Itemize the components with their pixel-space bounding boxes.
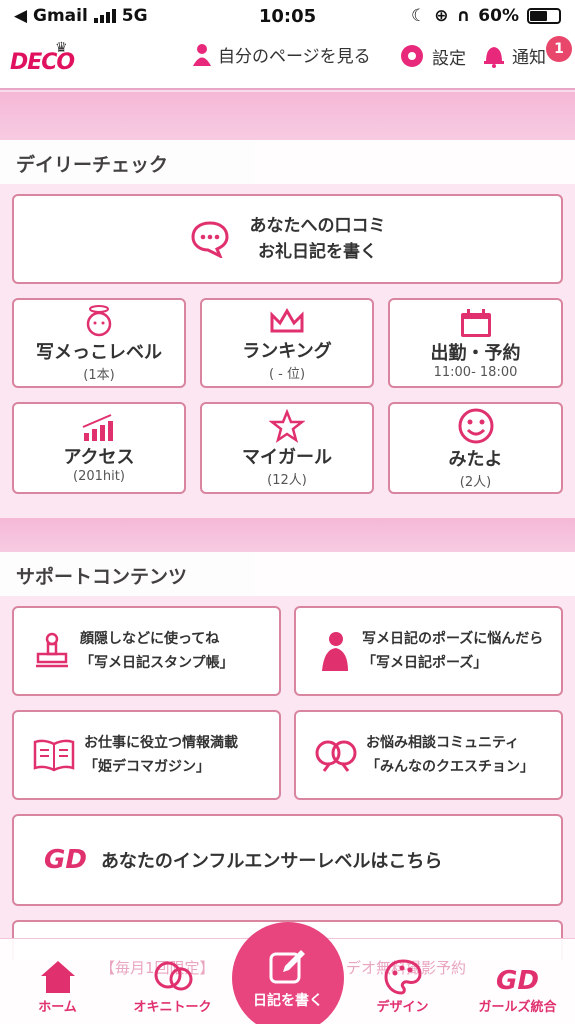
decorative-band-2 [0, 518, 575, 552]
battery-icon [527, 8, 561, 24]
open-book-icon [33, 739, 75, 772]
tile-mitayo-value: (2人) [459, 474, 492, 490]
tab-home[interactable]: ホーム [0, 939, 115, 1024]
tile-level[interactable]: 写メっこレベル (1本) [12, 298, 186, 388]
headphones-icon: ∩ [456, 6, 471, 26]
tile-mygirl-label: マイガール [242, 446, 332, 468]
tile-level-label: 写メっこレベル [36, 341, 162, 363]
star-icon [269, 408, 305, 443]
stamp-line2: 「写メ日記スタンプ帳」 [80, 655, 234, 671]
back-to-gmail[interactable]: ◀ Gmail [14, 6, 88, 26]
settings-label: 設定 [432, 48, 466, 69]
tile-mygirl[interactable]: マイガール (12人) [200, 402, 374, 494]
bell-icon [484, 47, 504, 68]
write-diary-label: 日記を書く [253, 993, 323, 1009]
review-card[interactable]: あなたへの口コミ お礼日記を書く [12, 194, 563, 284]
tile-level-value: (1本) [83, 367, 115, 383]
pose-line2: 「写メ日記ポーズ」 [362, 655, 488, 671]
home-icon [40, 961, 75, 993]
notifications-label: 通知 [512, 47, 546, 68]
tile-schedule[interactable]: 出勤・予約 11:00- 18:00 [388, 298, 563, 388]
orientation-lock-icon: ⊕ [434, 6, 449, 26]
tile-schedule-value: 11:00- 18:00 [433, 364, 518, 380]
battery-percent: 60% [478, 6, 519, 26]
notification-badge: 1 [546, 36, 572, 62]
tile-access[interactable]: アクセス (201hit) [12, 402, 186, 494]
app-header: DECO ♛ 自分のページを見る 設定 通知 [0, 32, 575, 90]
community-icon [315, 740, 357, 772]
pose-line1: 写メ日記のポーズに悩んだら [362, 631, 544, 647]
review-line2: お礼日記を書く [258, 242, 377, 262]
question-line2: 「みんなのクエスチョン」 [366, 759, 534, 775]
signal-icon [93, 9, 116, 23]
magazine-card[interactable]: お仕事に役立つ情報満載 「姫デコマガジン」 [12, 710, 281, 800]
angel-face-icon [86, 304, 112, 336]
review-line1: あなたへの口コミ [249, 216, 386, 236]
tab-okini-talk[interactable]: オキニトーク [115, 939, 230, 1024]
question-card[interactable]: お悩み相談コミュニティ 「みんなのクエスチョン」 [294, 710, 563, 800]
pose-card[interactable]: 写メ日記のポーズに悩んだら 「写メ日記ポーズ」 [294, 606, 563, 696]
palette-icon [383, 959, 422, 995]
crown-icon [270, 307, 304, 332]
question-line1: お悩み相談コミュニティ [366, 735, 520, 751]
clock: 10:05 [258, 5, 317, 27]
gear-icon [401, 45, 423, 67]
daily-check-title: デイリーチェック [0, 140, 575, 184]
logo-crown-icon: ♛ [55, 40, 68, 56]
calendar-icon [460, 308, 491, 337]
tile-mygirl-value: (12人) [267, 472, 307, 488]
stamp-line1: 顔隠しなどに使ってね [80, 631, 220, 647]
tile-access-label: アクセス [63, 446, 135, 468]
girls-logo-icon: GD [44, 845, 87, 875]
person-icon [193, 43, 211, 66]
tile-mitayo-label: みたよ [448, 448, 503, 470]
tile-mitayo[interactable]: みたよ (2人) [388, 402, 563, 494]
tile-schedule-label: 出勤・予約 [430, 342, 521, 364]
my-page-button[interactable]: 自分のページを見る [192, 42, 371, 67]
status-bar: ◀ Gmail 5G 10:05 ☾ ⊕ ∩ 60% [0, 0, 575, 32]
tile-ranking[interactable]: ランキング ( - 位) [200, 298, 374, 388]
stamp-card[interactable]: 顔隠しなどに使ってね 「写メ日記スタンプ帳」 [12, 606, 281, 696]
tab-design[interactable]: デザイン [345, 939, 460, 1024]
decorative-band [0, 92, 575, 140]
tile-ranking-value: ( - 位) [268, 366, 306, 382]
stamp-icon [36, 632, 68, 668]
girls-logo-tab-icon: GD [496, 966, 539, 996]
tab-design-label: デザイン [376, 1000, 429, 1015]
bar-chart-icon [82, 413, 113, 441]
moon-icon: ☾ [410, 6, 427, 26]
tab-home-label: ホーム [38, 1000, 77, 1015]
tab-okini-label: オキニトーク [133, 1000, 212, 1015]
tab-girls-label: ガールズ統合 [478, 1000, 557, 1015]
tab-girls[interactable]: GD ガールズ統合 [460, 939, 575, 1024]
write-diary-button[interactable]: 日記を書く [232, 922, 344, 1024]
influencer-card[interactable]: GD あなたのインフルエンサーレベルはこちら [12, 814, 563, 906]
my-page-label: 自分のページを見る [218, 47, 371, 67]
tile-ranking-label: ランキング [242, 340, 332, 362]
network-label: 5G [121, 6, 148, 26]
tile-access-value: (201hit) [73, 468, 125, 484]
pencil-note-icon [269, 950, 305, 984]
chat-bubble-icon [190, 221, 229, 258]
notifications-button[interactable]: 通知 [482, 42, 546, 68]
magazine-line2: 「姫デコマガジン」 [84, 759, 210, 775]
smiley-icon [458, 408, 493, 443]
influencer-label: あなたのインフルエンサーレベルはこちら [100, 851, 443, 872]
support-title: サポートコンテンツ [0, 552, 575, 596]
magazine-line1: お仕事に役立つ情報満載 [84, 735, 238, 751]
chat-icon [154, 961, 192, 991]
settings-button[interactable]: 設定 [398, 42, 466, 70]
pose-silhouette-icon [322, 632, 348, 671]
